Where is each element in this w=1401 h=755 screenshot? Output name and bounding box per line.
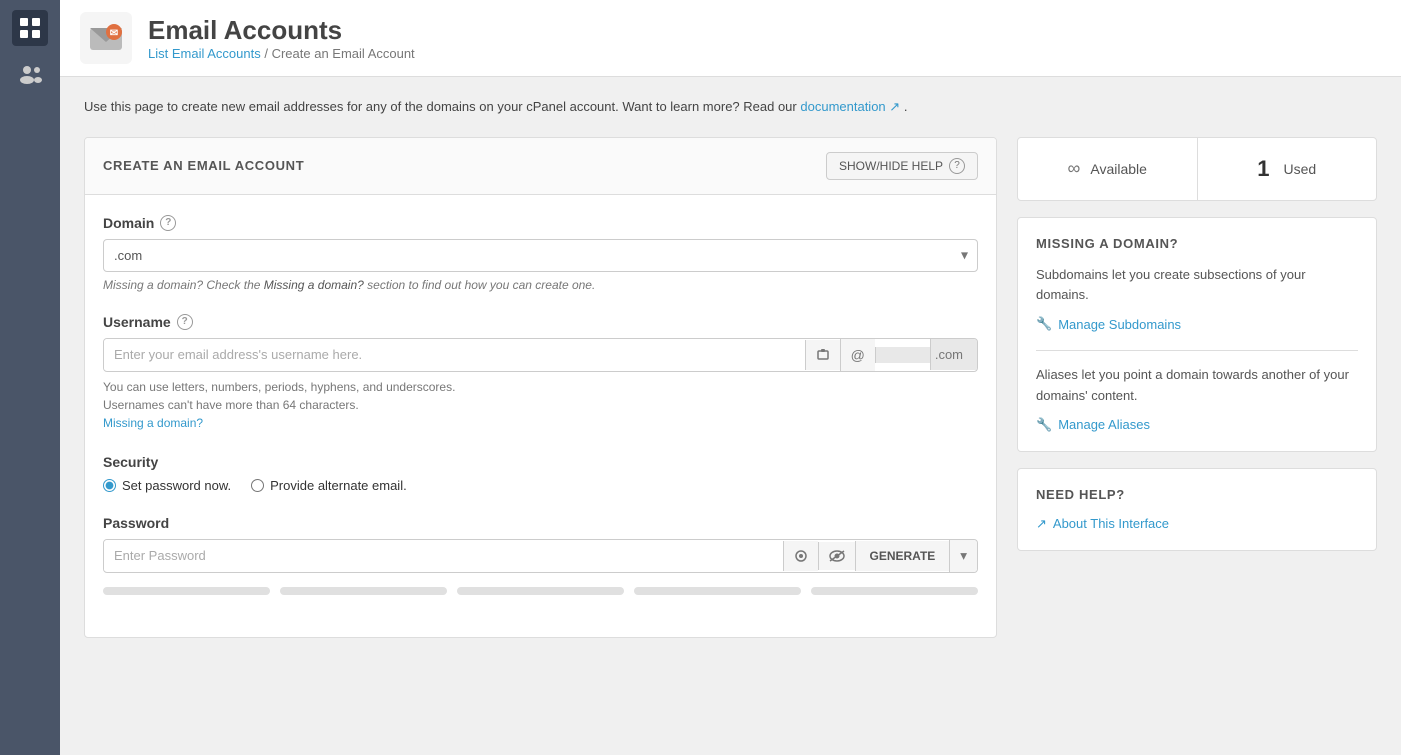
username-domain-suffix [875,347,930,363]
missing-domain-title: MISSING A DOMAIN? [1036,236,1358,251]
generate-dropdown-button[interactable]: ▾ [949,540,977,572]
available-label: Available [1090,161,1147,177]
domain-label: Domain ? [103,215,978,231]
used-stat: 1 Used [1198,138,1377,200]
wrench-icon-aliases: 🔧 [1036,417,1052,433]
form-panel-title: CREATE AN EMAIL ACCOUNT [103,158,304,173]
password-strength-icon-button[interactable] [783,541,818,571]
breadcrumb: List Email Accounts / Create an Email Ac… [148,46,415,61]
infinity-icon: ∞ [1068,158,1081,179]
form-panel-header: CREATE AN EMAIL ACCOUNT SHOW/HIDE HELP ? [85,138,996,195]
wrench-icon-subdomains: 🔧 [1036,316,1052,332]
available-stat: ∞ Available [1018,138,1198,200]
missing-domain-link[interactable]: Missing a domain? [103,416,203,430]
password-visibility-toggle[interactable] [818,542,855,570]
stats-card: ∞ Available 1 Used [1017,137,1377,201]
breadcrumb-link[interactable]: List Email Accounts [148,46,261,61]
strength-bar-1 [103,587,270,595]
username-note: You can use letters, numbers, periods, h… [103,378,978,432]
about-interface-link[interactable]: ↗ About This Interface [1036,516,1358,532]
show-hide-help-button[interactable]: SHOW/HIDE HELP ? [826,152,978,180]
security-label: Security [103,454,978,470]
content-area: Use this page to create new email addres… [60,77,1401,755]
security-options: Set password now. Provide alternate emai… [103,478,978,493]
radio-set-password[interactable] [103,479,116,492]
need-help-card: NEED HELP? ↗ About This Interface [1017,468,1377,551]
domain-select[interactable]: .com [103,239,978,272]
domain-help-icon[interactable]: ? [160,215,176,231]
password-strength-bars [103,587,978,595]
breadcrumb-separator: / [264,46,268,61]
page-header-icon: ✉ [80,12,132,64]
manage-subdomains-link[interactable]: 🔧 Manage Subdomains [1036,316,1358,332]
password-row: GENERATE ▾ [103,539,978,573]
breadcrumb-current: Create an Email Account [272,46,415,61]
page-header: ✉ Email Accounts List Email Accounts / C… [60,0,1401,77]
password-group: Password [103,515,978,595]
sidebar [0,0,60,755]
right-sidebar: ∞ Available 1 Used MISSING A DOMAIN? Sub… [1017,137,1377,551]
generate-password-button[interactable]: GENERATE [855,541,950,571]
username-generate-icon-button[interactable] [805,340,840,370]
content-grid: CREATE AN EMAIL ACCOUNT SHOW/HIDE HELP ?… [84,137,1377,638]
subdomains-text: Subdomains let you create subsections of… [1036,265,1358,307]
form-body: Domain ? .com Missing a domain? Check th… [85,195,996,637]
domain-group: Domain ? .com Missing a domain? Check th… [103,215,978,292]
password-input[interactable] [104,540,783,571]
sidebar-item-apps[interactable] [12,10,48,46]
strength-bar-4 [634,587,801,595]
page-title: Email Accounts [148,15,415,46]
radio-set-password-option[interactable]: Set password now. [103,478,231,493]
documentation-link[interactable]: documentation ↗ [800,99,903,114]
username-help-icon[interactable]: ? [177,314,193,330]
divider [1036,350,1358,351]
strength-bar-3 [457,587,624,595]
at-symbol: @ [840,339,875,371]
radio-alternate-email-option[interactable]: Provide alternate email. [251,478,407,493]
domain-select-wrapper: .com [103,239,978,272]
aliases-text: Aliases let you point a domain towards a… [1036,365,1358,407]
username-row: @ .com [103,338,978,372]
need-help-title: NEED HELP? [1036,487,1358,502]
sidebar-item-users[interactable] [12,56,48,92]
manage-aliases-link[interactable]: 🔧 Manage Aliases [1036,417,1358,433]
username-com-suffix: .com [930,339,977,370]
username-group: Username ? [103,314,978,432]
security-group: Security Set password now. Provide alter… [103,454,978,493]
missing-domain-card: MISSING A DOMAIN? Subdomains let you cre… [1017,217,1377,452]
create-email-panel: CREATE AN EMAIL ACCOUNT SHOW/HIDE HELP ?… [84,137,997,638]
used-label: Used [1284,161,1317,177]
intro-paragraph: Use this page to create new email addres… [84,97,1377,117]
username-input[interactable] [104,339,805,370]
main-content: ✉ Email Accounts List Email Accounts / C… [60,0,1401,755]
password-label: Password [103,515,978,531]
external-link-icon: ↗ [1036,516,1047,532]
header-text: Email Accounts List Email Accounts / Cre… [148,15,415,61]
username-label: Username ? [103,314,978,330]
domain-hint: Missing a domain? Check the Missing a do… [103,278,978,292]
question-icon: ? [949,158,965,174]
used-count: 1 [1257,156,1269,182]
svg-text:✉: ✉ [110,28,118,39]
strength-bar-5 [811,587,978,595]
radio-alternate-email[interactable] [251,479,264,492]
strength-bar-2 [280,587,447,595]
